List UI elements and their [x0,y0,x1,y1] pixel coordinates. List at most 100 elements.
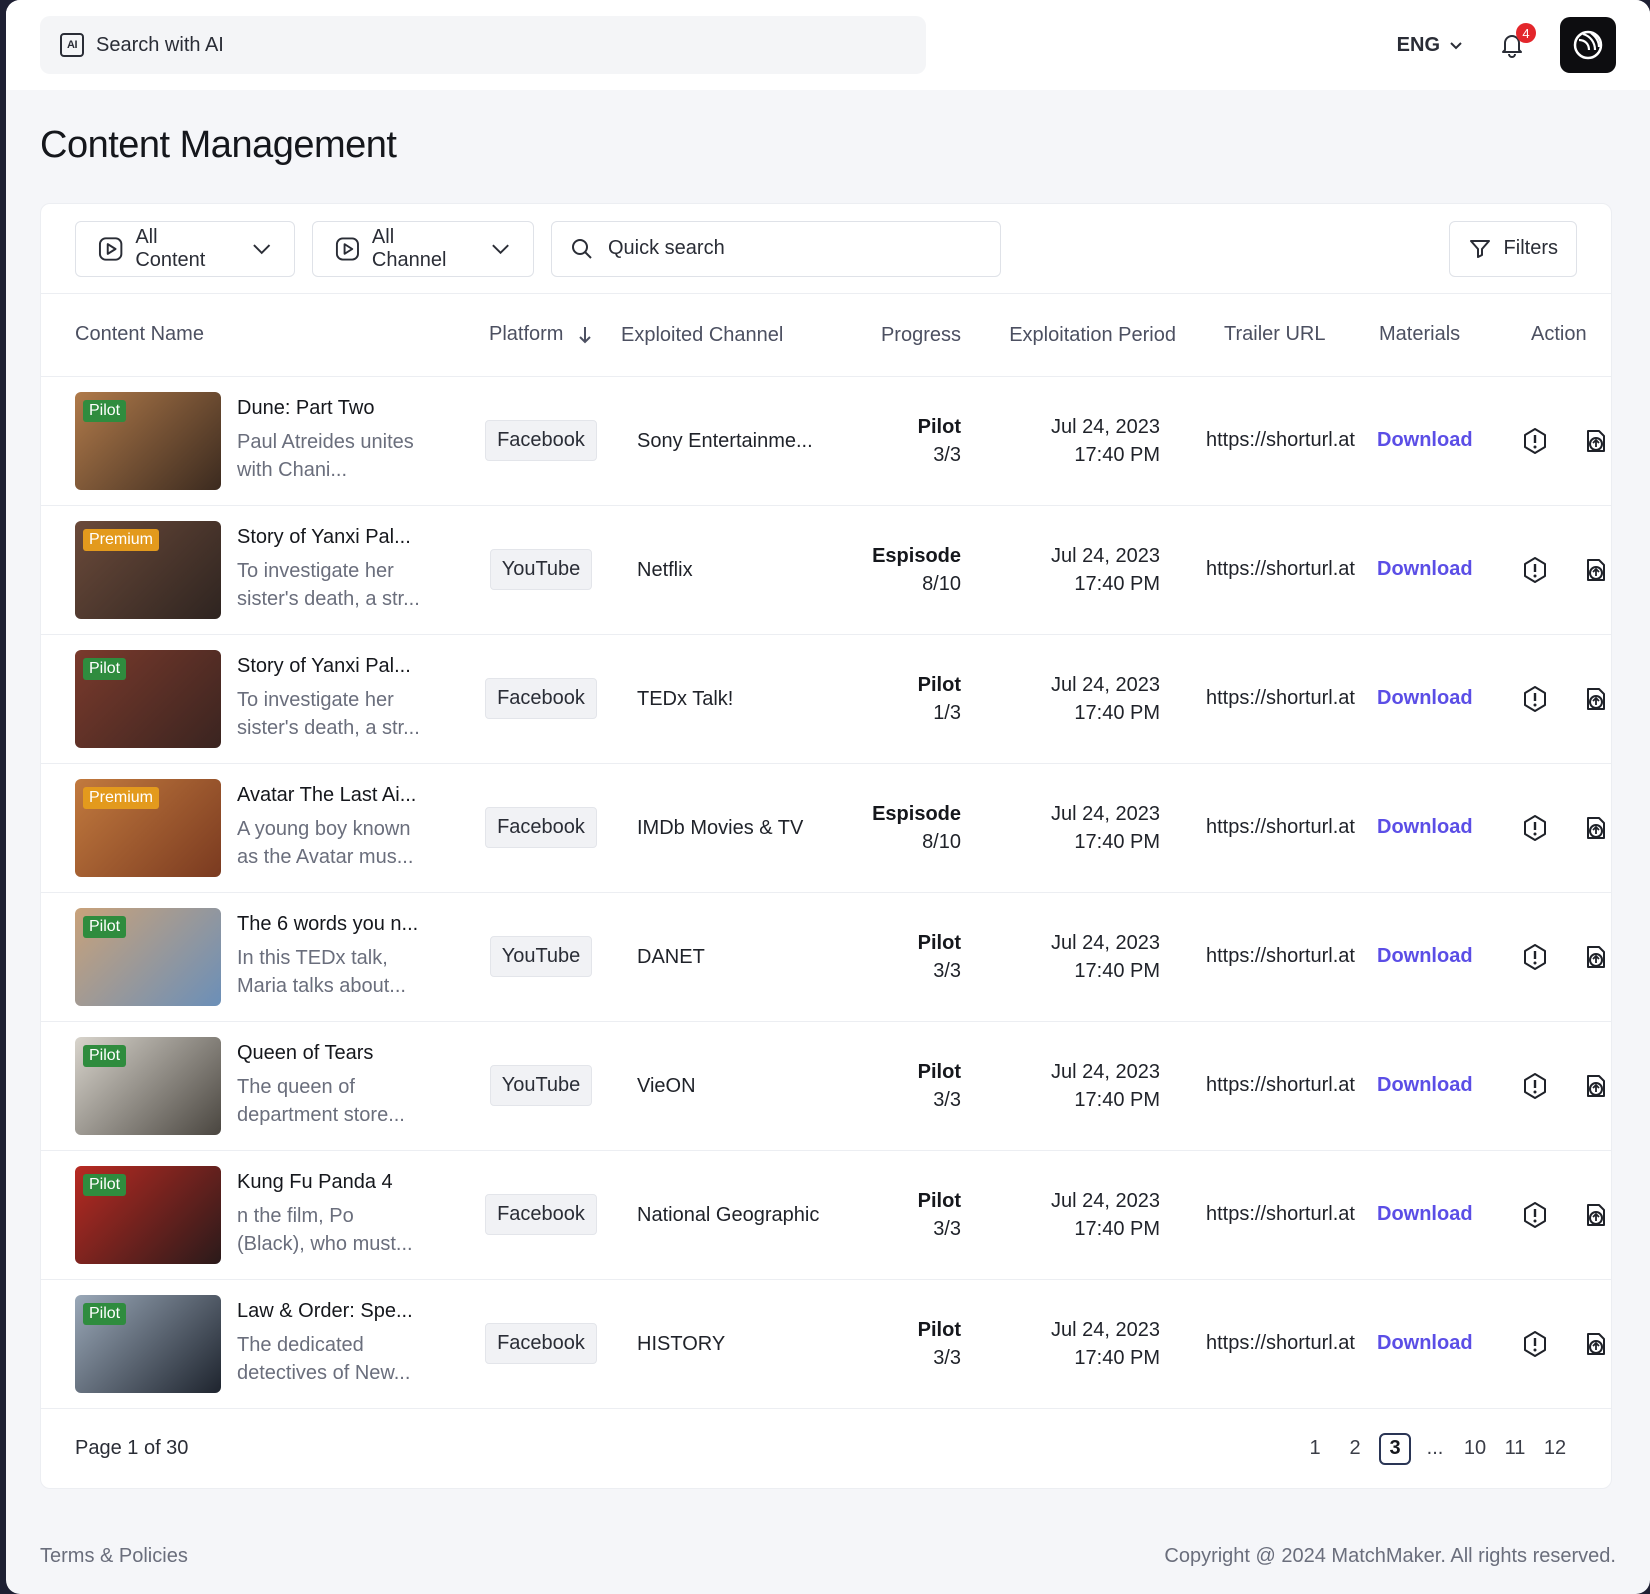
content-thumbnail[interactable]: Pilot [75,649,221,748]
trailer-url-link[interactable]: https://shorturl.at [1176,1150,1361,1280]
download-link[interactable]: Download [1377,945,1473,967]
header-progress[interactable]: Progress [821,294,961,377]
period-date: Jul 24, 2023 [1051,544,1160,567]
progress-value: 3/3 [933,959,961,982]
table-row[interactable]: Pilot Law & Order: Spe... The dedicated … [41,1279,1611,1409]
content-cell: Pilot Queen of Tears The queen of depart… [41,1021,461,1151]
platform-badge: Facebook [485,1323,597,1364]
page-number[interactable]: 2 [1339,1433,1371,1465]
content-thumbnail[interactable]: Pilot [75,1294,221,1393]
chevron-down-icon [1450,42,1462,50]
content-description: To investigate her sister's death, a str… [237,560,420,610]
file-upload-icon[interactable] [1582,943,1610,971]
content-cell: Pilot The 6 words you n... In this TEDx … [41,892,461,1022]
trailer-url-link[interactable]: https://shorturl.at [1176,892,1361,1022]
period-time: 17:40 PM [1074,830,1160,853]
header-content-name[interactable]: Content Name [41,294,461,377]
table-row[interactable]: Premium Story of Yanxi Pal... To investi… [41,505,1611,635]
table-row[interactable]: Pilot Queen of Tears The queen of depart… [41,1021,1611,1151]
download-link[interactable]: Download [1377,687,1473,709]
table-row[interactable]: Pilot Dune: Part Two Paul Atreides unite… [41,376,1611,506]
content-title[interactable]: Story of Yanxi Pal... [237,526,427,549]
page-number[interactable]: 10 [1459,1433,1491,1465]
all-channel-dropdown[interactable]: All Channel [312,220,534,277]
alert-icon[interactable] [1521,814,1549,842]
trailer-url-link[interactable]: https://shorturl.at [1176,376,1361,506]
content-title[interactable]: The 6 words you n... [237,913,427,936]
page-number[interactable]: 12 [1539,1433,1571,1465]
file-upload-icon[interactable] [1582,1330,1610,1358]
trailer-url-link[interactable]: https://shorturl.at [1176,1279,1361,1409]
table-row[interactable]: Pilot The 6 words you n... In this TEDx … [41,892,1611,1022]
header-exploited-channel[interactable]: Exploited Channel [621,294,821,377]
content-thumbnail[interactable]: Pilot [75,391,221,490]
header-platform[interactable]: Platform [461,294,621,377]
progress-value: 3/3 [933,1088,961,1111]
terms-link[interactable]: Terms & Policies [40,1545,188,1568]
table-row[interactable]: Premium Avatar The Last Ai... A young bo… [41,763,1611,893]
progress-value: 3/3 [933,443,961,466]
content-thumbnail[interactable]: Premium [75,778,221,877]
download-link[interactable]: Download [1377,816,1473,838]
period-date: Jul 24, 2023 [1051,1189,1160,1212]
trailer-url-link[interactable]: https://shorturl.at [1176,763,1361,893]
content-thumbnail[interactable]: Pilot [75,1036,221,1135]
download-link[interactable]: Download [1377,429,1473,451]
header-materials[interactable]: Materials [1361,294,1501,377]
alert-icon[interactable] [1521,685,1549,713]
notification-button[interactable]: 4 [1498,23,1536,59]
trailer-url-link[interactable]: https://shorturl.at [1176,505,1361,635]
pagination: Page 1 of 30 1 2 3... 10 11 12 [41,1409,1611,1489]
content-title[interactable]: Law & Order: Spe... [237,1300,427,1323]
header-exploitation-period[interactable]: Exploitation Period [961,294,1176,377]
table-row[interactable]: Pilot Kung Fu Panda 4 n the film, Po (Bl… [41,1150,1611,1280]
content-thumbnail[interactable]: Pilot [75,907,221,1006]
ai-search-bar[interactable]: AI Search with AI [40,16,926,74]
table-row[interactable]: Pilot Story of Yanxi Pal... To investiga… [41,634,1611,764]
top-bar: AI Search with AI ENG 4 [6,0,1650,90]
page-number[interactable]: 3 [1379,1432,1411,1465]
all-content-dropdown[interactable]: All Content [75,220,295,277]
header-action[interactable]: Action [1501,294,1611,377]
language-selector[interactable]: ENG [1397,34,1464,57]
download-link[interactable]: Download [1377,1203,1473,1225]
content-title[interactable]: Dune: Part Two [237,397,427,420]
trailer-url-link[interactable]: https://shorturl.at [1176,634,1361,764]
platform-badge: Facebook [485,420,597,461]
alert-icon[interactable] [1521,1201,1549,1229]
header-trailer-url[interactable]: Trailer URL [1176,294,1361,377]
trailer-url-link[interactable]: https://shorturl.at [1176,1021,1361,1151]
content-title[interactable]: Story of Yanxi Pal... [237,655,427,678]
file-upload-icon[interactable] [1582,1201,1610,1229]
quick-search-input[interactable]: Quick search [551,220,1001,277]
alert-icon[interactable] [1521,943,1549,971]
file-upload-icon[interactable] [1582,814,1610,842]
content-thumbnail[interactable]: Premium [75,520,221,619]
content-tag: Pilot [83,1173,127,1196]
content-tag: Premium [83,786,160,809]
download-link[interactable]: Download [1377,1074,1473,1096]
content-title[interactable]: Avatar The Last Ai... [237,784,427,807]
page-number[interactable]: 11 [1499,1433,1531,1465]
download-link[interactable]: Download [1377,558,1473,580]
alert-icon[interactable] [1521,1072,1549,1100]
file-upload-icon[interactable] [1582,427,1610,455]
file-upload-icon[interactable] [1582,685,1610,713]
alert-icon[interactable] [1521,427,1549,455]
progress-label: Pilot [917,1189,961,1212]
content-title[interactable]: Queen of Tears [237,1042,427,1065]
content-tag: Premium [83,528,160,551]
play-icon [335,237,359,260]
file-upload-icon[interactable] [1582,556,1610,584]
header-platform-label: Platform [488,323,564,346]
content-title[interactable]: Kung Fu Panda 4 [237,1171,427,1194]
filters-button[interactable]: Filters [1448,220,1577,277]
alert-icon[interactable] [1521,1330,1549,1358]
progress-value: 8/10 [922,830,961,853]
file-upload-icon[interactable] [1582,1072,1610,1100]
avatar[interactable] [1560,17,1616,73]
download-link[interactable]: Download [1377,1332,1473,1354]
alert-icon[interactable] [1521,556,1549,584]
page-number[interactable]: 1 [1299,1433,1331,1465]
content-thumbnail[interactable]: Pilot [75,1165,221,1264]
